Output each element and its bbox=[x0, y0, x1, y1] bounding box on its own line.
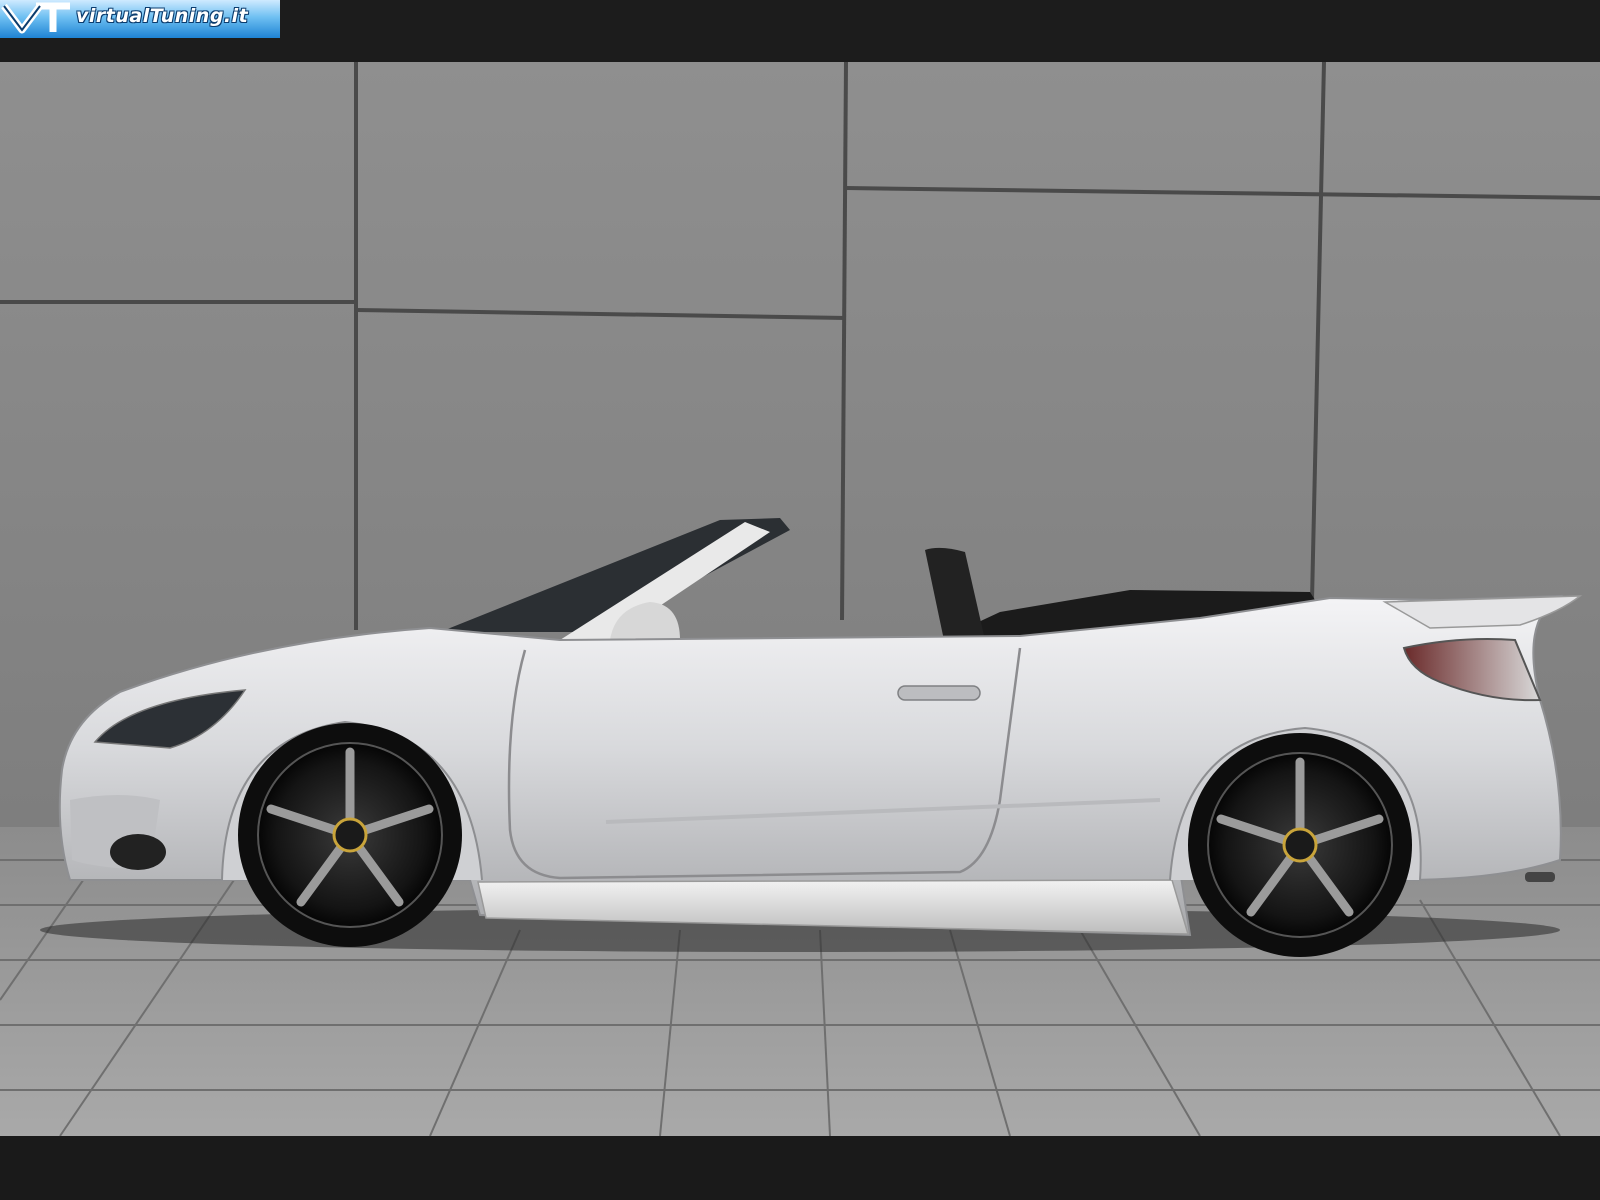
watermark-text: virtualTuning.it bbox=[76, 5, 249, 27]
vt-monogram-icon bbox=[1, 2, 70, 34]
exhaust-tip bbox=[1525, 872, 1555, 882]
bottom-frame-bar bbox=[0, 1136, 1600, 1200]
front-wheel bbox=[238, 723, 462, 947]
door-handle bbox=[897, 685, 981, 701]
image-canvas: virtualTuning.it bbox=[0, 0, 1600, 1200]
rear-wheel bbox=[1188, 733, 1412, 957]
virtualtuning-watermark: virtualTuning.it bbox=[0, 0, 280, 38]
fog-light-recess bbox=[110, 834, 166, 870]
photo-scene bbox=[0, 61, 1600, 1137]
